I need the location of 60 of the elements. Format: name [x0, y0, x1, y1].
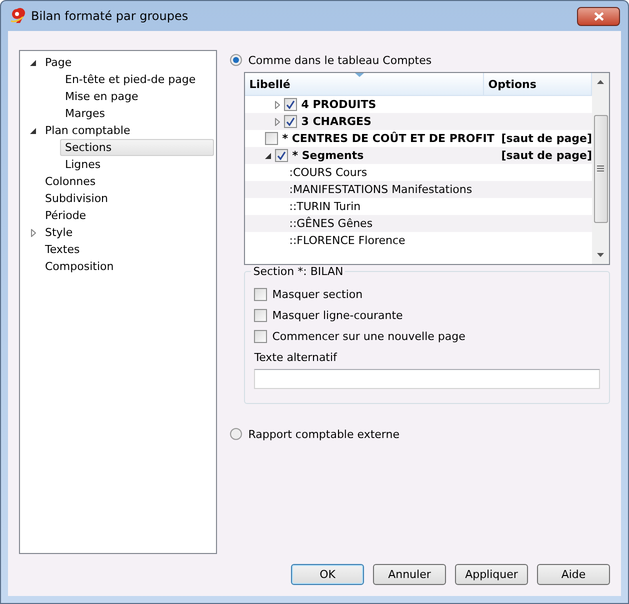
scroll-down-icon[interactable]: [597, 253, 604, 257]
table-cell: 3 CHARGES: [301, 115, 372, 128]
table-cell: * CENTRES DE COÛT ET DE PROFIT: [282, 132, 494, 145]
table-cell: ::TURIN Turin: [289, 200, 361, 213]
close-icon: [594, 12, 604, 20]
field-label: Texte alternatif: [254, 351, 338, 364]
dialog-button[interactable]: OK: [291, 564, 364, 585]
checkbox-label[interactable]: Commencer sur une nouvelle page: [272, 330, 466, 343]
radio-button[interactable]: [230, 54, 242, 66]
scroll-up-icon[interactable]: [597, 80, 604, 84]
tree-item[interactable]: En-tête et pied-de page: [60, 71, 214, 88]
app-logo-icon: [9, 8, 25, 24]
checkbox[interactable]: [284, 115, 298, 128]
expand-icon[interactable]: [275, 100, 280, 108]
tree-item[interactable]: Sections: [60, 139, 214, 156]
radio-label[interactable]: Comme dans le tableau Comptes: [248, 54, 432, 66]
group-title: Section *: BILAN: [251, 265, 346, 278]
tree-item[interactable]: Style: [40, 224, 214, 241]
close-button[interactable]: [577, 6, 620, 26]
checkbox-label[interactable]: Masquer ligne-courante: [272, 309, 403, 322]
table-cell: ::FLORENCE Florence: [289, 234, 406, 247]
tree-item[interactable]: Mise en page: [60, 88, 214, 105]
dialog-button[interactable]: Appliquer: [455, 564, 528, 585]
collapse-icon[interactable]: [265, 152, 272, 158]
dialog-button[interactable]: Aide: [537, 564, 610, 585]
radio-button[interactable]: [230, 428, 242, 440]
tree-item[interactable]: Colonnes: [40, 173, 214, 190]
tree-item[interactable]: Marges: [60, 105, 214, 122]
expand-icon[interactable]: [30, 228, 36, 236]
collapse-icon[interactable]: [30, 60, 36, 66]
radio-label[interactable]: Rapport comptable externe: [248, 428, 400, 440]
scrollbar[interactable]: [592, 73, 609, 264]
table-cell: 4 PRODUITS: [301, 98, 376, 111]
tree-item[interactable]: Plan comptable: [40, 122, 214, 139]
tree-item[interactable]: Page: [40, 54, 214, 71]
collapse-icon[interactable]: [30, 128, 36, 134]
table-cell: :MANIFESTATIONS Manifestations: [289, 183, 472, 196]
checkbox[interactable]: [275, 149, 288, 162]
table-cell: ::GÊNES Gênes: [289, 217, 373, 230]
checkbox[interactable]: [254, 330, 268, 343]
tree-item[interactable]: Lignes: [60, 156, 214, 173]
input-field[interactable]: [254, 369, 600, 389]
table-cell-text: [saut de page]: [500, 149, 592, 162]
tree-item[interactable]: Période: [40, 207, 214, 224]
tree-item[interactable]: Subdivision: [40, 190, 214, 207]
sort-icon: [355, 73, 364, 77]
table-cell-text: [saut de page]: [500, 132, 592, 145]
window-title: Bilan formaté par groupes: [31, 9, 188, 23]
table-cell: :COURS Cours: [289, 166, 368, 179]
dialog-button[interactable]: Annuler: [373, 564, 446, 585]
checkbox[interactable]: [254, 288, 268, 301]
checkbox[interactable]: [254, 309, 268, 322]
expand-icon[interactable]: [275, 118, 280, 126]
checkbox[interactable]: [284, 98, 298, 111]
checkbox-label[interactable]: Masquer section: [272, 288, 363, 301]
tree-item[interactable]: Composition: [40, 258, 214, 275]
checkbox[interactable]: [265, 132, 278, 145]
table-cell: * Segments: [292, 149, 364, 162]
tree-item[interactable]: Textes: [40, 241, 214, 258]
grip-icon: [597, 165, 604, 172]
